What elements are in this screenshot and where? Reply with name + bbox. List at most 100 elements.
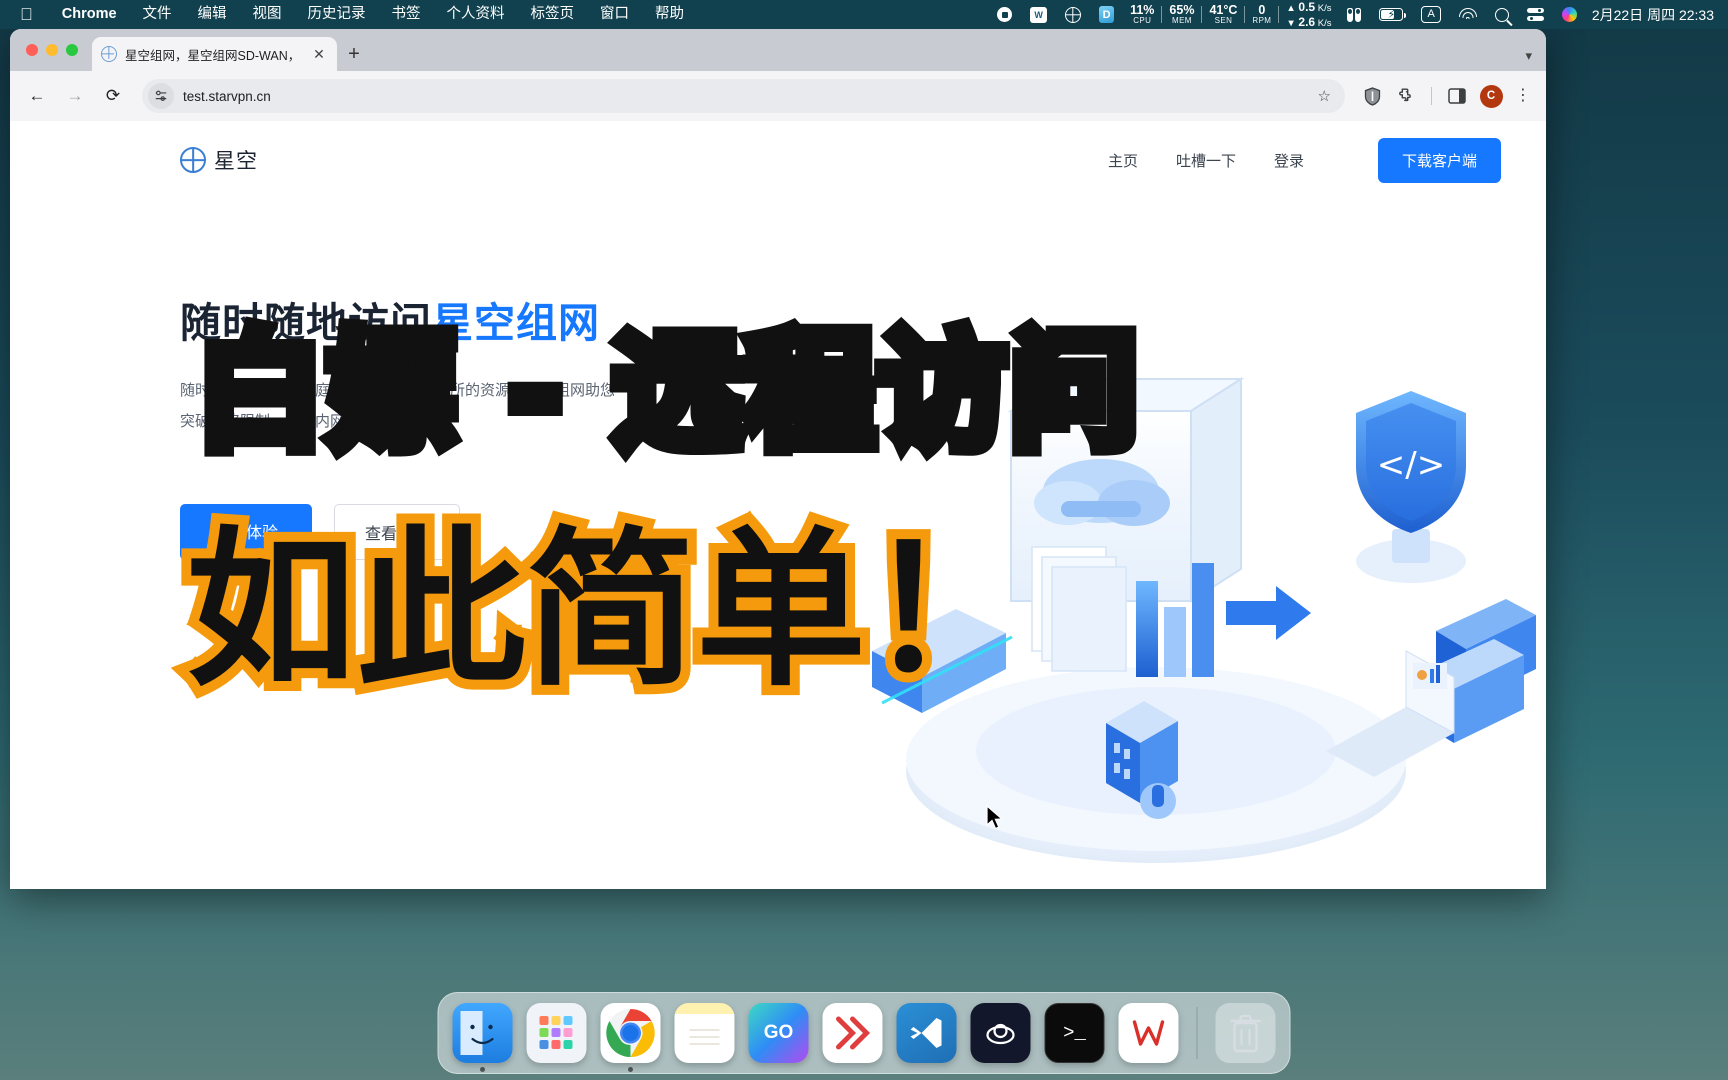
net-down-unit: K/s: [1317, 17, 1332, 29]
macos-dock: GO >_: [437, 992, 1291, 1074]
net-upload-row: ▲ 0.5 K/s: [1286, 0, 1332, 14]
menu-item-bookmarks[interactable]: 书签: [379, 0, 434, 29]
address-bar-url[interactable]: test.starvpn.cn: [183, 89, 1309, 104]
dock-item-trash[interactable]: [1215, 1003, 1276, 1063]
dock-item-cloud-app[interactable]: [970, 1003, 1031, 1063]
nav-item-login[interactable]: 登录: [1274, 150, 1304, 171]
dictionary-icon[interactable]: D: [1090, 0, 1123, 29]
running-indicator: [628, 1067, 633, 1072]
dock-item-logseq[interactable]: [822, 1003, 883, 1063]
dock-item-vscode[interactable]: [896, 1003, 957, 1063]
macos-menu-bar:  Chrome 文件 编辑 视图 历史记录 书签 个人资料 标签页 窗口 帮助…: [0, 0, 1728, 29]
cloud-app-icon: [986, 1023, 1015, 1045]
terminal-prompt-glyph: >_: [1063, 1022, 1086, 1044]
control-center-icon[interactable]: [1518, 0, 1553, 29]
finder-icon: [460, 1011, 494, 1055]
dock-item-finder[interactable]: [452, 1003, 513, 1072]
dock-item-wps[interactable]: [1118, 1003, 1179, 1063]
menu-item-view[interactable]: 视图: [240, 0, 295, 29]
input-source-label: A: [1421, 6, 1441, 23]
globe-logo-icon: [180, 147, 206, 173]
network-globe-icon[interactable]: [1056, 0, 1090, 29]
airpods-icon[interactable]: [1338, 0, 1370, 29]
rpm-value: 0: [1258, 2, 1266, 17]
siri-icon[interactable]: [1553, 0, 1586, 29]
menu-item-file[interactable]: 文件: [130, 0, 185, 29]
bookmark-star-icon[interactable]: ☆: [1318, 87, 1339, 105]
minimize-window-button[interactable]: [46, 44, 58, 56]
side-panel-icon[interactable]: [1442, 81, 1472, 111]
reload-button[interactable]: ⟳: [96, 79, 130, 113]
overlay-text-line-1: 白嫖 - 远程访问: [188, 310, 1146, 475]
menubar-clock[interactable]: 2月22日 周四 22:33: [1586, 5, 1716, 25]
download-client-button[interactable]: 下载客户端: [1377, 137, 1501, 183]
toolbar-divider: [1431, 87, 1432, 105]
sensor-stat[interactable]: 41°C SEN: [1202, 4, 1244, 26]
battery-icon[interactable]: ⚡: [1370, 0, 1412, 29]
tab-title: 星空组网，星空组网SD-WAN，: [125, 48, 301, 63]
forward-button[interactable]: →: [58, 79, 92, 113]
menu-item-history[interactable]: 历史记录: [295, 0, 379, 29]
shield-icon[interactable]: [1357, 81, 1387, 111]
apple-menu-icon[interactable]: : [12, 0, 49, 29]
network-speed-stat[interactable]: ▲ 0.5 K/s ▼ 2.6 K/s: [1279, 0, 1338, 30]
extensions-puzzle-icon[interactable]: [1391, 81, 1421, 111]
screen-record-icon[interactable]: [988, 0, 1021, 29]
menu-item-help[interactable]: 帮助: [642, 0, 697, 29]
dock-divider: [1196, 1007, 1198, 1059]
menu-item-window[interactable]: 窗口: [587, 0, 642, 29]
chrome-toolbar: ← → ⟳ test.starvpn.cn ☆ C ⋮: [10, 71, 1546, 121]
dock-item-chrome[interactable]: [600, 1003, 661, 1072]
logseq-icon: [836, 1016, 871, 1050]
data-blocks: [1424, 599, 1536, 743]
dock-item-launchpad[interactable]: [526, 1003, 587, 1063]
menu-item-tabs[interactable]: 标签页: [518, 0, 588, 29]
mouse-cursor: [986, 805, 1004, 830]
tab-favicon-globe-icon: [101, 46, 117, 62]
nav-item-feedback[interactable]: 吐槽一下: [1176, 150, 1236, 171]
wps-icon: [1132, 1020, 1165, 1046]
menu-item-profile[interactable]: 个人资料: [434, 0, 518, 29]
address-bar[interactable]: test.starvpn.cn ☆: [142, 79, 1345, 113]
profile-avatar[interactable]: C: [1476, 81, 1506, 111]
wifi-icon[interactable]: [1450, 0, 1486, 29]
menu-item-edit[interactable]: 编辑: [185, 0, 240, 29]
brand-name: 星空: [214, 150, 258, 173]
tune-icon: [155, 90, 167, 101]
net-up-value: 0.5: [1298, 0, 1316, 14]
nav-item-home[interactable]: 主页: [1108, 150, 1138, 171]
vscode-icon: [910, 1018, 942, 1048]
net-download-row: ▼ 2.6 K/s: [1286, 14, 1332, 29]
chrome-icon: [606, 1008, 655, 1058]
browser-tab[interactable]: 星空组网，星空组网SD-WAN， ✕: [92, 37, 337, 71]
site-logo[interactable]: 星空: [180, 145, 258, 175]
maximize-window-button[interactable]: [66, 44, 78, 56]
mem-label: MEM: [1172, 16, 1192, 26]
avatar-initial: C: [1479, 84, 1503, 108]
wps-menu-icon[interactable]: W: [1021, 0, 1056, 29]
running-indicator: [480, 1067, 485, 1072]
menu-app-name[interactable]: Chrome: [49, 0, 130, 29]
input-source-icon[interactable]: A: [1412, 0, 1449, 29]
fan-rpm-stat[interactable]: 0 RPM: [1245, 4, 1278, 26]
new-tab-button[interactable]: +: [337, 37, 371, 71]
dock-item-notes[interactable]: [674, 1003, 735, 1063]
back-button[interactable]: ←: [20, 79, 54, 113]
launchpad-icon: [539, 1016, 573, 1049]
cpu-value: 11%: [1130, 2, 1155, 17]
dock-item-terminal[interactable]: >_: [1044, 1003, 1105, 1063]
shield-glyph: [1364, 86, 1380, 106]
tab-close-icon[interactable]: ✕: [310, 46, 328, 63]
goland-glyph: GO: [763, 1022, 794, 1043]
spotlight-search-icon[interactable]: [1486, 0, 1518, 29]
dock-item-goland[interactable]: GO: [748, 1003, 809, 1063]
site-settings-icon[interactable]: [148, 83, 174, 109]
trash-icon: [1230, 1014, 1261, 1053]
close-window-button[interactable]: [26, 44, 38, 56]
side-panel-glyph: [1448, 88, 1466, 104]
tab-search-chevron-down-icon[interactable]: ▾: [1525, 48, 1546, 71]
mem-stat[interactable]: 65% MEM: [1162, 4, 1201, 26]
rpm-label: RPM: [1252, 16, 1272, 26]
chrome-menu-button[interactable]: ⋮: [1510, 88, 1536, 104]
cpu-stat[interactable]: 11% CPU: [1123, 4, 1161, 26]
